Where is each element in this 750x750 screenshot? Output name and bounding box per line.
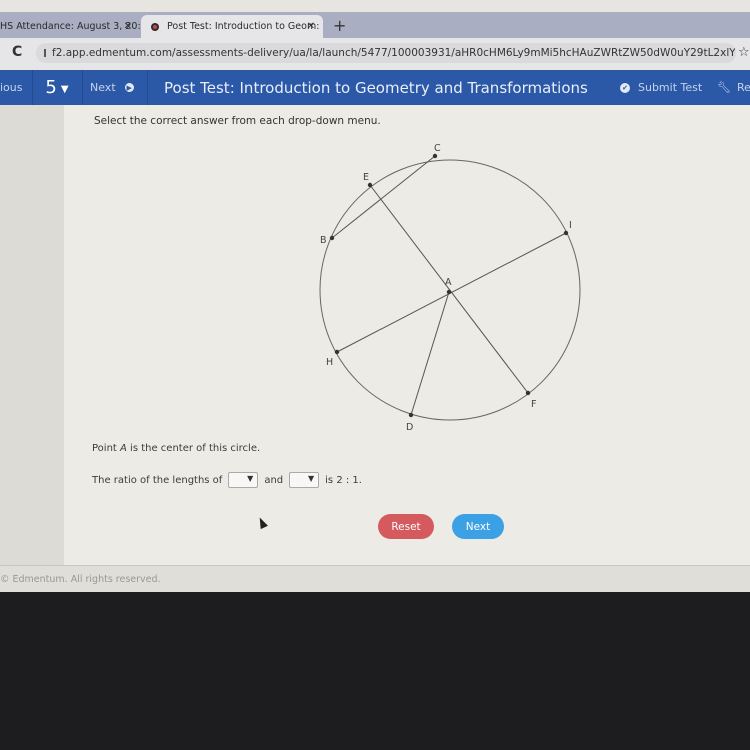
tab-label: Post Test: Introduction to Geom: <box>167 21 320 32</box>
circle-figure: A B C D E F H I <box>300 140 590 440</box>
review-label: Re <box>736 81 750 94</box>
previous-label: ious <box>0 81 23 94</box>
submit-test-button[interactable]: ✔ Submit Test <box>620 70 702 105</box>
question-number-dropdown[interactable]: 5 ▼ <box>32 70 83 105</box>
label-d: D <box>406 422 413 433</box>
label-i: I <box>569 220 572 231</box>
wrench-icon: 🔧︎ <box>717 81 731 94</box>
ratio-pre-text: The ratio of the lengths of <box>92 474 223 486</box>
plus-icon[interactable]: + <box>333 16 346 35</box>
point-a <box>446 289 452 295</box>
ratio-post-text: is 2 : 1. <box>325 474 362 486</box>
point-b <box>329 235 335 241</box>
point-e <box>367 182 373 188</box>
footer: © Edmentum. All rights reserved. <box>0 565 750 592</box>
next-button[interactable]: Next <box>452 514 504 539</box>
point-c <box>432 153 438 159</box>
segment-hi <box>336 232 567 353</box>
left-gutter <box>0 105 64 565</box>
label-a: A <box>445 277 452 288</box>
review-button[interactable]: 🔧︎ Re <box>717 70 750 105</box>
next-label: Next <box>90 81 116 94</box>
next-question-button[interactable]: Next ▶ <box>83 70 148 105</box>
point-f <box>525 390 531 396</box>
prompt-variable: A <box>120 443 127 454</box>
label-h: H <box>326 357 333 368</box>
submit-label: Submit Test <box>638 81 703 94</box>
tab-label: HS Attendance: August 3, 20: <box>0 21 141 32</box>
reset-button[interactable]: Reset <box>378 514 434 539</box>
prompt-pre: Point <box>92 443 121 454</box>
instructions: Select the correct answer from each drop… <box>94 115 381 127</box>
arrow-right-circle-icon: ▶ <box>124 83 134 92</box>
ratio-question: The ratio of the lengths of ▼ and ▼ is 2… <box>92 472 362 488</box>
chevron-down-icon: ▼ <box>60 84 69 95</box>
point-i <box>563 230 569 236</box>
test-title: Post Test: Introduction to Geometry and … <box>164 78 588 97</box>
previous-button[interactable]: ious <box>0 70 33 105</box>
segment-bc <box>331 155 436 239</box>
url-text: f2.app.edmentum.com/assessments-delivery… <box>52 47 736 59</box>
label-b: B <box>320 235 327 246</box>
reload-icon[interactable]: C <box>12 44 22 60</box>
chevron-down-icon: ▼ <box>308 474 315 483</box>
segment-dropdown-2[interactable]: ▼ <box>289 472 320 488</box>
ratio-mid-text: and <box>264 474 284 486</box>
label-e: E <box>363 172 369 183</box>
label-f: F <box>531 399 536 410</box>
prompt-text: Point A is the center of this circle. <box>92 443 260 454</box>
tab-post-test[interactable]: Post Test: Introduction to Geom: ✕ <box>141 15 323 38</box>
bookmark-star-icon[interactable]: ☆ <box>738 45 750 60</box>
prompt-post: is the center of this circle. <box>126 443 261 454</box>
question-panel: Select the correct answer from each drop… <box>64 105 750 565</box>
label-c: C <box>434 143 441 154</box>
check-circle-icon: ✔ <box>620 82 630 93</box>
close-icon[interactable]: ✕ <box>124 21 132 32</box>
circle-diagram: A B C D E F H I <box>319 143 581 433</box>
page-info-icon[interactable] <box>44 49 46 57</box>
screen: HS Attendance: August 3, 20: ✕ Post Test… <box>0 0 750 592</box>
segment-dropdown-1[interactable]: ▼ <box>228 472 259 488</box>
close-icon[interactable]: ✕ <box>307 21 315 32</box>
url-bar[interactable]: f2.app.edmentum.com/assessments-delivery… <box>36 43 736 63</box>
tab-attendance[interactable]: HS Attendance: August 3, 20: ✕ <box>0 15 141 38</box>
address-row: C f2.app.edmentum.com/assessments-delive… <box>0 38 750 68</box>
edmentum-favicon-icon <box>151 22 159 31</box>
chevron-down-icon: ▼ <box>247 474 254 483</box>
point-d <box>408 412 414 418</box>
copyright-text: © Edmentum. All rights reserved. <box>0 574 161 585</box>
point-h <box>334 349 340 355</box>
tab-strip: HS Attendance: August 3, 20: ✕ Post Test… <box>0 12 750 38</box>
question-number: 5 <box>45 77 57 98</box>
app-header: ious 5 ▼ Next ▶ Post Test: Introduction … <box>0 70 750 105</box>
segment-ef <box>369 184 529 394</box>
